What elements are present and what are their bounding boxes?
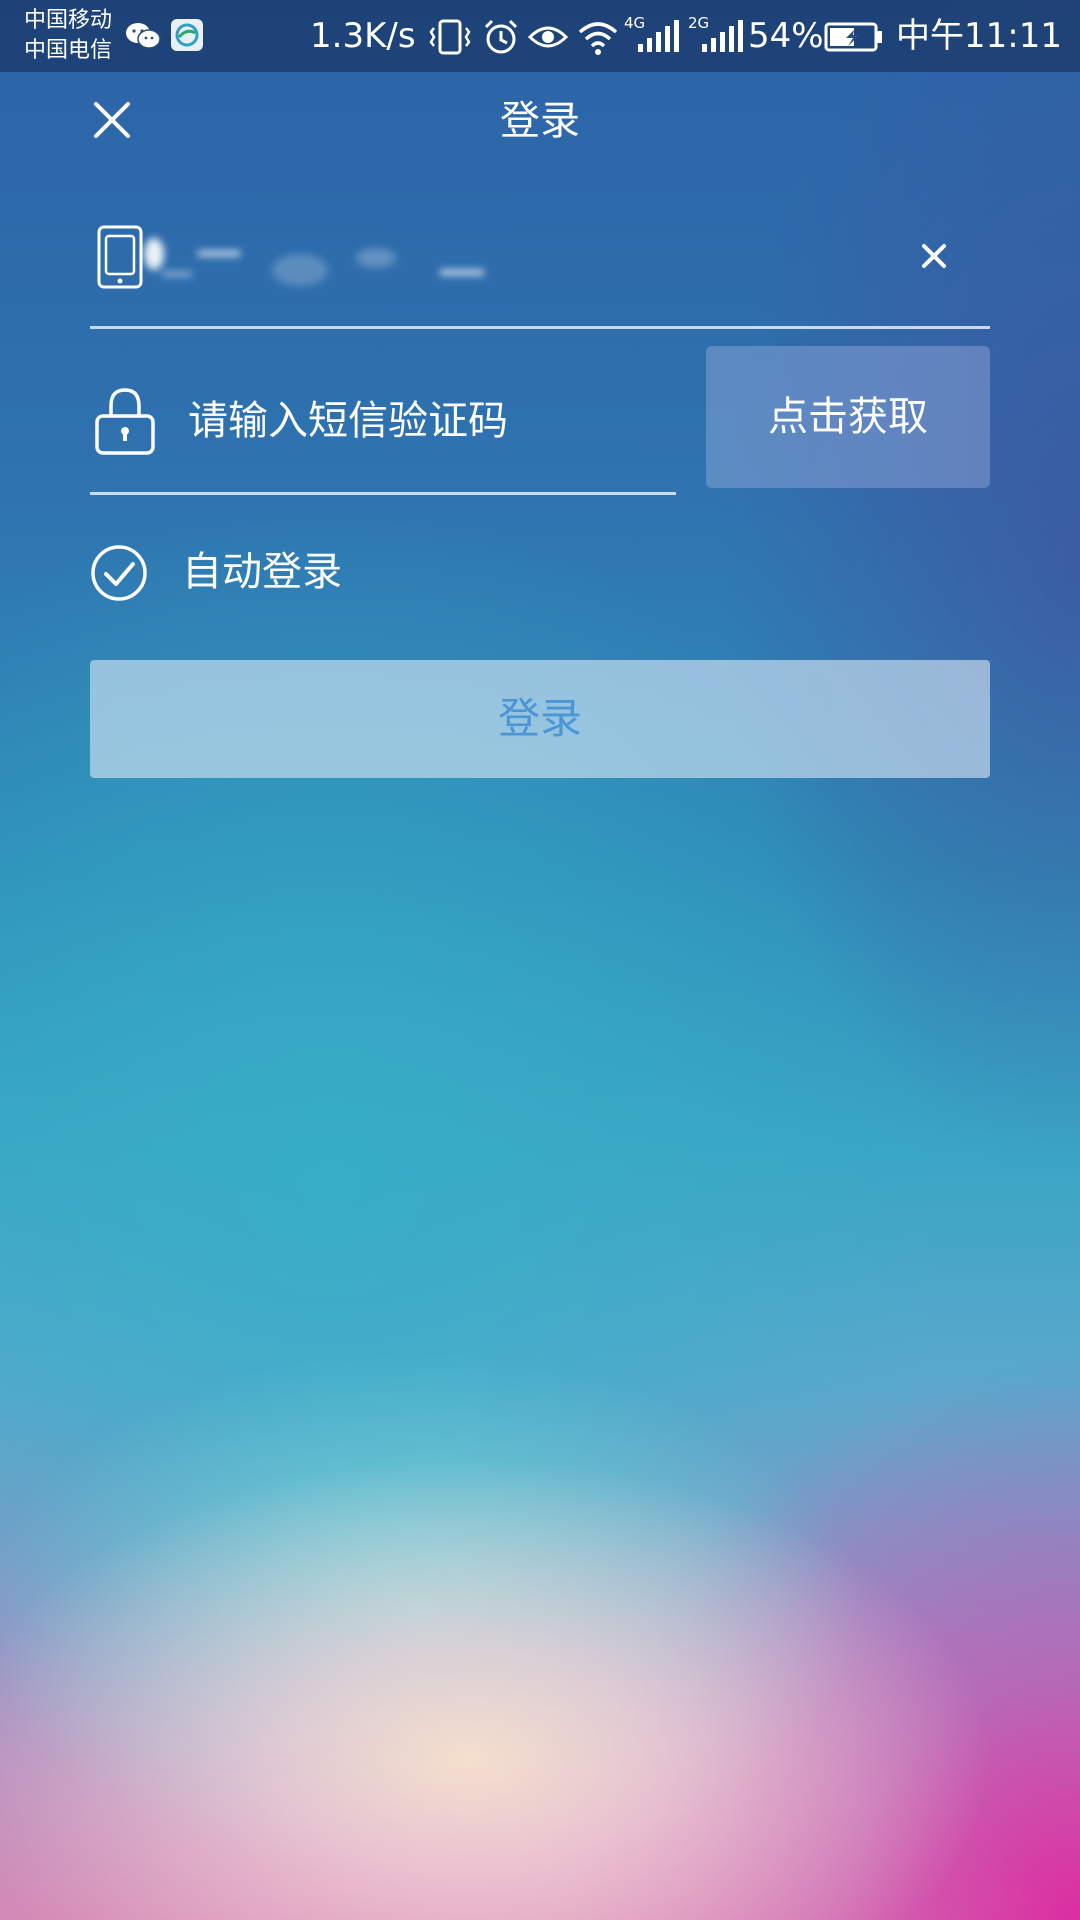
clock: 中午11:11 <box>896 16 1062 56</box>
wechat-icon <box>126 23 161 49</box>
clear-icon <box>922 244 946 268</box>
phone-field-row <box>90 212 990 329</box>
eye-comfort-icon <box>528 26 568 48</box>
signal-4g-icon <box>638 20 679 52</box>
get-code-button[interactable]: 点击获取 <box>706 346 990 488</box>
status-bar: 中国移动 中国电信 1.3K/s 4G 2G 54% 中午11:11 <box>0 0 1080 72</box>
page-title: 登录 <box>500 98 580 144</box>
alarm-icon <box>484 19 518 54</box>
code-underline <box>90 492 676 495</box>
wifi-icon <box>578 22 618 55</box>
vibrate-icon <box>429 19 471 55</box>
network-speed: 1.3K/s <box>310 16 416 56</box>
carrier-1: 中国移动 <box>24 8 113 33</box>
auto-login-label: 自动登录 <box>182 549 342 595</box>
clear-phone-button[interactable] <box>916 238 952 274</box>
carrier-2: 中国电信 <box>24 38 113 63</box>
battery-percent: 54% <box>748 16 824 56</box>
check-circle-icon <box>91 545 147 601</box>
china-mobile-icon <box>171 19 203 51</box>
phone-icon <box>97 225 143 289</box>
sms-code-input[interactable] <box>186 390 670 452</box>
lock-icon <box>95 388 155 455</box>
signal-2g-icon <box>702 20 743 52</box>
phone-input[interactable] <box>164 222 898 294</box>
carrier-names: 中国移动 中国电信 <box>24 6 112 66</box>
code-field-row: 点击获取 <box>90 346 990 496</box>
login-button[interactable]: 登录 <box>90 660 990 778</box>
battery-charging-icon <box>824 22 882 52</box>
phone-underline <box>90 326 990 329</box>
